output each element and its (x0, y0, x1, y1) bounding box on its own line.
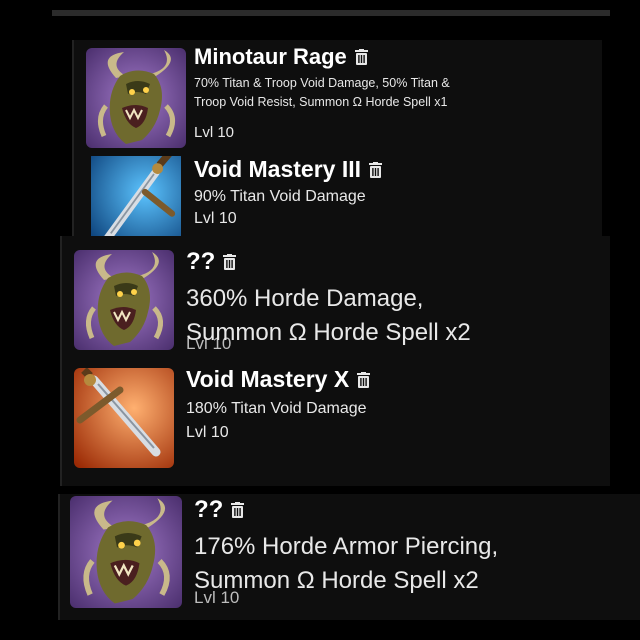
orange-sword-icon (74, 368, 174, 468)
minotaur-icon (74, 250, 174, 350)
skill-description: 180% Titan Void Damage (186, 400, 367, 417)
trash-icon[interactable] (223, 254, 236, 270)
blue-sword-icon (86, 156, 186, 236)
skill-level: Lvl 10 (186, 424, 229, 441)
skill-description: 360% Horde Damage, Summon Ω Horde Spell … (186, 285, 471, 346)
skills-panel-2: ?? Lvl 10 360% Horde Damage, Summon Ω Ho… (60, 236, 610, 486)
skill-description: 90% Titan Void Damage (194, 188, 366, 205)
skill-title: Void Mastery III (194, 156, 362, 182)
skill-title-row: ?? (186, 248, 236, 276)
trash-icon[interactable] (355, 49, 368, 65)
skills-panel-3: ?? Lvl 10 176% Horde Armor Piercing, Sum… (58, 494, 640, 620)
skill-title: Void Mastery X (186, 366, 350, 392)
skill-title-row: ?? (194, 496, 244, 524)
skill-title: ?? (186, 248, 216, 275)
skill-title-row: Void Mastery X (186, 366, 370, 393)
minotaur-icon (86, 48, 186, 148)
skill-title: Minotaur Rage (194, 44, 347, 69)
skill-title: ?? (194, 496, 224, 523)
trash-icon[interactable] (369, 162, 382, 178)
skill-level: Lvl 10 (194, 210, 237, 227)
skill-level: Lvl 10 (194, 124, 235, 141)
trash-icon[interactable] (357, 372, 370, 388)
skill-title-row: Minotaur Rage (194, 44, 368, 70)
skill-description: 176% Horde Armor Piercing, Summon Ω Hord… (194, 533, 499, 594)
minotaur-icon (70, 496, 182, 608)
skill-title-row: Void Mastery III (194, 156, 382, 183)
trash-icon[interactable] (231, 502, 244, 518)
top-divider (52, 10, 610, 16)
skill-description: 70% Titan & Troop Void Damage, 50% Titan… (194, 76, 450, 109)
skills-panel-1: Minotaur Rage 70% Titan & Troop Void Dam… (72, 40, 602, 236)
